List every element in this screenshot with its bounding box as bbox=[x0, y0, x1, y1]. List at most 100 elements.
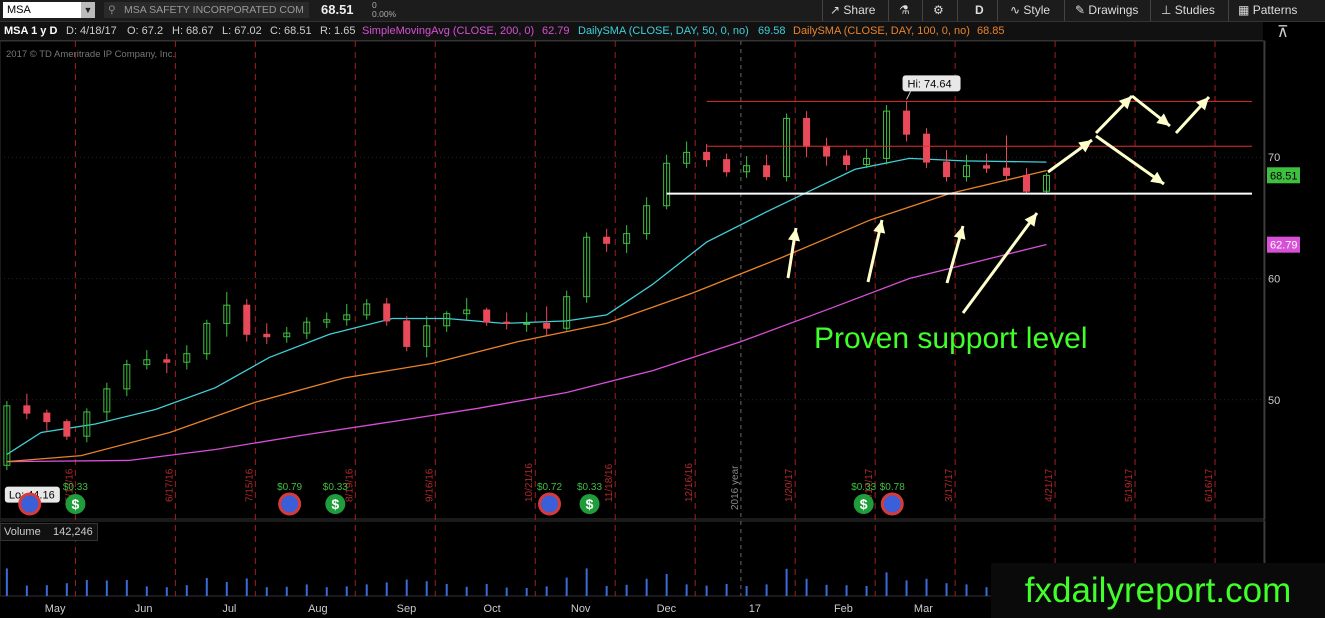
y-tick-label: 70 bbox=[1268, 152, 1280, 164]
candle-body bbox=[163, 359, 171, 363]
volume-bar bbox=[225, 582, 228, 596]
event-date-label: 4/21/17 bbox=[1044, 468, 1055, 502]
volume-bar bbox=[965, 584, 968, 596]
month-label: 17 bbox=[749, 603, 761, 615]
month-label: Aug bbox=[308, 603, 328, 615]
candle-body bbox=[943, 161, 951, 178]
earnings-icon bbox=[880, 492, 904, 516]
volume-label: Volume bbox=[4, 526, 41, 538]
dividend-symbol: $ bbox=[860, 496, 868, 512]
arrow-head bbox=[1150, 171, 1164, 184]
event-value-label: $0.78 bbox=[880, 482, 905, 493]
candle-body bbox=[23, 405, 31, 414]
brand-watermark: fxdailyreport.com bbox=[991, 563, 1325, 618]
volume-bar bbox=[505, 587, 508, 596]
month-label: Oct bbox=[484, 603, 501, 615]
volume-bar bbox=[305, 584, 308, 596]
volume-bar bbox=[545, 586, 548, 596]
month-label: May bbox=[45, 603, 66, 615]
volume-bar bbox=[425, 581, 428, 596]
candle-body bbox=[823, 145, 831, 157]
month-label: Jul bbox=[222, 603, 236, 615]
volume-bar bbox=[145, 586, 148, 596]
volume-bar bbox=[905, 580, 908, 596]
volume-bar bbox=[465, 586, 468, 596]
event-date-label: 11/18/16 bbox=[604, 463, 615, 502]
volume-bar bbox=[185, 585, 188, 596]
event-value-label: $0.33 bbox=[577, 482, 602, 493]
volume-bar bbox=[525, 588, 528, 596]
volume-bar bbox=[825, 584, 828, 596]
volume-bar bbox=[205, 578, 208, 596]
event-value-label: $0.72 bbox=[537, 482, 562, 493]
earnings-icon bbox=[18, 492, 42, 516]
candle-body bbox=[803, 117, 811, 147]
event-date-label: 5/19/17 bbox=[1124, 468, 1135, 502]
dividend-symbol: $ bbox=[331, 496, 339, 512]
price-tag-label: 68.51 bbox=[1270, 170, 1298, 182]
candle-body bbox=[543, 322, 551, 329]
volume-bar bbox=[265, 587, 268, 596]
year-divider-label: 2016 year bbox=[730, 465, 741, 510]
volume-bar bbox=[45, 585, 48, 596]
candle-body bbox=[403, 320, 411, 347]
volume-bar bbox=[85, 580, 88, 596]
plot-frame bbox=[0, 40, 1266, 520]
volume-bar bbox=[765, 584, 768, 596]
candle-body bbox=[43, 412, 51, 423]
candle-body bbox=[843, 155, 851, 165]
event-date-label: 7/15/16 bbox=[244, 468, 255, 502]
volume-bar bbox=[705, 585, 708, 596]
volume-bar bbox=[345, 586, 348, 596]
volume-bar bbox=[805, 578, 808, 596]
volume-bar bbox=[845, 585, 848, 596]
candle-body bbox=[523, 322, 531, 325]
event-value-label: $0.33 bbox=[323, 482, 348, 493]
volume-bar bbox=[685, 584, 688, 596]
event-date-label: 1/20/17 bbox=[784, 468, 795, 502]
candle-body bbox=[903, 110, 911, 135]
earnings-icon bbox=[278, 492, 302, 516]
candle-body bbox=[263, 333, 271, 338]
sma50-line bbox=[6, 157, 1047, 455]
candle-body bbox=[243, 304, 251, 335]
candle-body bbox=[603, 236, 611, 244]
candle-body bbox=[483, 309, 491, 323]
annotation-text: Proven support level bbox=[814, 322, 1088, 355]
volume-bar bbox=[885, 572, 888, 596]
volume-bar bbox=[405, 579, 408, 596]
volume-bar bbox=[5, 568, 8, 596]
volume-bar bbox=[445, 584, 448, 596]
candle-body bbox=[923, 133, 931, 163]
arrow-head bbox=[1024, 213, 1037, 227]
price-chart[interactable]: 5060705/13/16 6/17/16 7/15/16 8/19/16 9/16/1… bbox=[0, 0, 1325, 618]
volume-bar bbox=[585, 568, 588, 596]
volume-value: 142,246 bbox=[53, 526, 93, 538]
y-tick-label: 50 bbox=[1268, 395, 1280, 407]
volume-bar bbox=[485, 584, 488, 596]
volume-bar bbox=[565, 577, 568, 596]
volume-bar bbox=[365, 584, 368, 596]
volume-bar bbox=[945, 583, 948, 596]
volume-bar bbox=[665, 574, 668, 596]
volume-bar bbox=[725, 584, 728, 596]
volume-bar bbox=[605, 586, 608, 596]
volume-bar bbox=[645, 578, 648, 596]
volume-bar bbox=[625, 584, 628, 596]
y-tick-label: 60 bbox=[1268, 274, 1280, 286]
volume-bar bbox=[65, 583, 68, 596]
candle-body bbox=[503, 321, 511, 324]
arrow-head bbox=[787, 228, 801, 242]
volume-bar bbox=[745, 586, 748, 596]
event-date-label: 9/16/16 bbox=[424, 468, 435, 502]
month-label: Dec bbox=[657, 603, 677, 615]
volume-bar bbox=[385, 582, 388, 596]
volume-bar bbox=[245, 578, 248, 596]
candle-body bbox=[1023, 174, 1031, 192]
earnings-icon bbox=[538, 492, 562, 516]
volume-header: Volume 142,246 bbox=[0, 523, 98, 541]
event-value-label: $0.79 bbox=[277, 482, 302, 493]
volume-bar bbox=[25, 585, 28, 596]
candle-body bbox=[1003, 167, 1011, 176]
volume-bar bbox=[165, 587, 168, 596]
